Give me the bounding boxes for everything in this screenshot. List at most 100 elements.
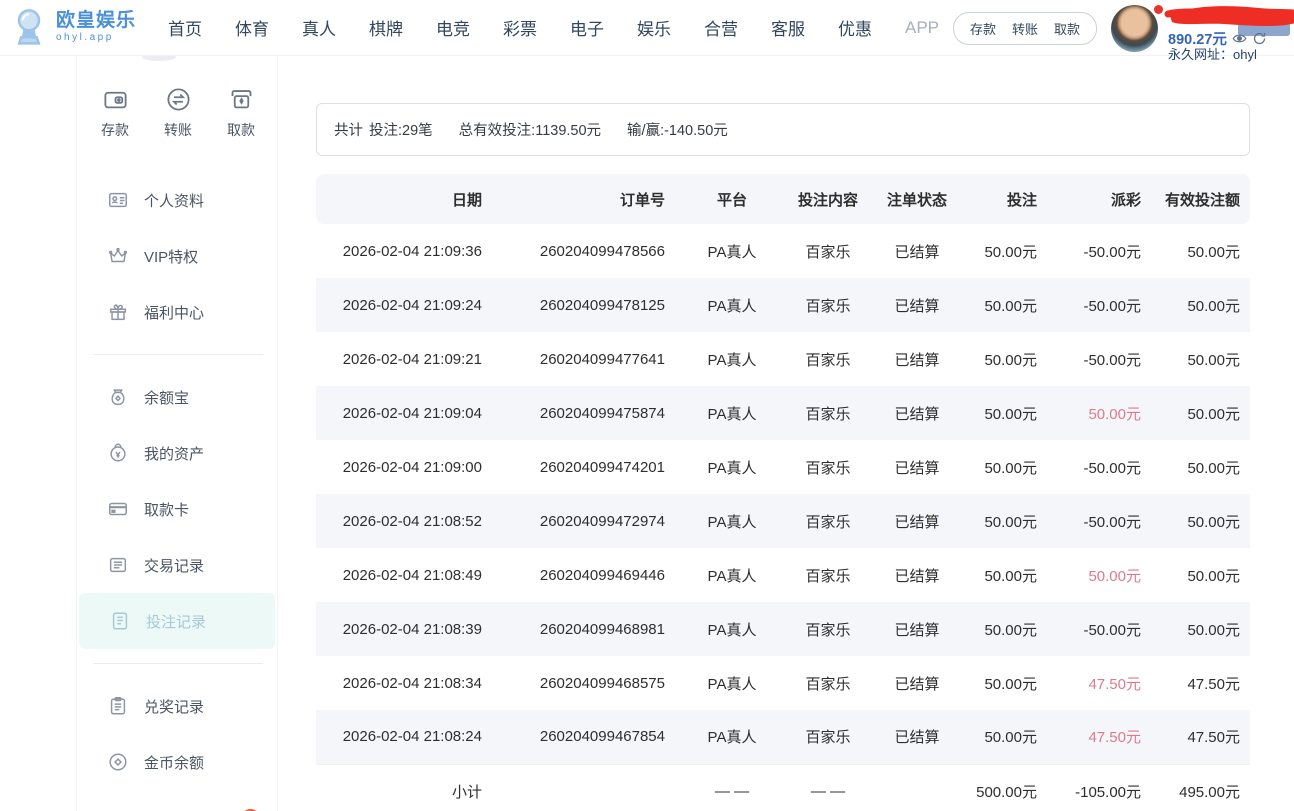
cell-valid-amount: 50.00元 xyxy=(1156,278,1250,332)
cell-platform: PA真人 xyxy=(680,494,784,548)
cell-bet-content: 百家乐 xyxy=(784,224,872,278)
user-avatar[interactable] xyxy=(1111,5,1158,52)
cell-bet-amount: 50.00元 xyxy=(962,332,1052,386)
deposit-wallet-icon xyxy=(102,86,129,113)
table-row: 2026-02-04 21:09:24 260204099478125 PA真人… xyxy=(316,278,1250,332)
sidebar-deposit-button[interactable]: 存款 xyxy=(101,86,129,140)
sidebar-item-transactions[interactable]: 交易记录 xyxy=(77,537,277,593)
purse-assets-icon xyxy=(107,442,129,464)
sidebar-quick-actions: 存款 转账 取款 xyxy=(77,86,277,146)
sidebar-divider xyxy=(93,354,263,355)
cell-order-id: 260204099478125 xyxy=(482,278,680,332)
brand-name: 欧皇娱乐 xyxy=(56,11,136,31)
cell-status: 已结算 xyxy=(872,548,962,602)
table-row: 2026-02-04 21:08:34 260204099468575 PA真人… xyxy=(316,656,1250,710)
table-row: 2026-02-04 21:08:52 260204099472974 PA真人… xyxy=(316,494,1250,548)
cell-bet-amount: 50.00元 xyxy=(962,548,1052,602)
subtotal-payout: -105.00元 xyxy=(1052,764,1156,811)
cell-platform: PA真人 xyxy=(680,278,784,332)
cell-date: 2026-02-04 21:09:00 xyxy=(316,440,482,494)
cell-bet-amount: 50.00元 xyxy=(962,656,1052,710)
sidebar-transfer-button[interactable]: 转账 xyxy=(164,86,192,140)
cell-platform: PA真人 xyxy=(680,656,784,710)
transaction-list-icon xyxy=(107,554,129,576)
nav-item-service[interactable]: 客服 xyxy=(771,15,805,40)
sidebar-withdraw-button[interactable]: 取款 xyxy=(227,86,255,140)
brand-logo[interactable]: 欧皇娱乐 ohyl.app xyxy=(0,8,160,48)
sidebar-item-coin-balance[interactable]: 金币余额 xyxy=(77,734,277,790)
top-header: 欧皇娱乐 ohyl.app 首页 体育 真人 棋牌 电竞 彩票 电子 娱乐 合营… xyxy=(0,0,1294,56)
trophy-icon xyxy=(10,8,48,48)
nav-item-lottery[interactable]: 彩票 xyxy=(503,15,537,40)
sidebar-item-label: 兑奖记录 xyxy=(144,696,204,717)
cell-date: 2026-02-04 21:09:04 xyxy=(316,386,482,440)
cell-bet-amount: 50.00元 xyxy=(962,278,1052,332)
clipboard-icon xyxy=(107,695,129,717)
cell-date: 2026-02-04 21:09:24 xyxy=(316,278,482,332)
cell-date: 2026-02-04 21:08:34 xyxy=(316,656,482,710)
cell-bet-amount: 50.00元 xyxy=(962,710,1052,764)
nav-item-esports[interactable]: 电竞 xyxy=(436,15,470,40)
sidebar-item-assets[interactable]: 我的资产 xyxy=(77,425,277,481)
cell-status: 已结算 xyxy=(872,440,962,494)
sidebar-item-bet-records[interactable]: 投注记录 xyxy=(79,593,275,649)
notification-dot xyxy=(1154,5,1163,14)
sidebar-item-message-center[interactable]: 消息中心 3 xyxy=(77,790,277,811)
summary-total-bets: 投注:29笔 xyxy=(369,119,433,140)
table-row: 2026-02-04 21:08:39 260204099468981 PA真人… xyxy=(316,602,1250,656)
brand-domain: ohyl.app xyxy=(56,33,136,44)
nav-item-app[interactable]: APP xyxy=(905,18,939,38)
cell-order-id: 260204099468981 xyxy=(482,602,680,656)
cell-payout: 50.00元 xyxy=(1052,386,1156,440)
cell-bet-content: 百家乐 xyxy=(784,656,872,710)
cell-date: 2026-02-04 21:09:21 xyxy=(316,332,482,386)
cell-platform: PA真人 xyxy=(680,386,784,440)
cell-order-id: 260204099475874 xyxy=(482,386,680,440)
nav-item-promo[interactable]: 优惠 xyxy=(838,15,872,40)
sidebar-item-yuebao[interactable]: 余额宝 xyxy=(77,369,277,425)
cell-valid-amount: 47.50元 xyxy=(1156,656,1250,710)
cell-order-id: 260204099478566 xyxy=(482,224,680,278)
nav-item-entertainment[interactable]: 娱乐 xyxy=(637,15,671,40)
cell-payout: -50.00元 xyxy=(1052,332,1156,386)
cell-valid-amount: 50.00元 xyxy=(1156,386,1250,440)
table-header-row: 日期 订单号 平台 投注内容 注单状态 投注 派彩 有效投注额 xyxy=(316,174,1250,224)
cell-date: 2026-02-04 21:08:24 xyxy=(316,710,482,764)
table-row: 2026-02-04 21:09:04 260204099475874 PA真人… xyxy=(316,386,1250,440)
sidebar-item-profile[interactable]: 个人资料 xyxy=(77,172,277,228)
nav-item-live[interactable]: 真人 xyxy=(302,15,336,40)
subtotal-content: — — xyxy=(784,764,872,811)
cell-order-id: 260204099472974 xyxy=(482,494,680,548)
cell-payout: 47.50元 xyxy=(1052,710,1156,764)
cell-bet-content: 百家乐 xyxy=(784,494,872,548)
table-row: 2026-02-04 21:08:49 260204099469446 PA真人… xyxy=(316,548,1250,602)
cell-platform: PA真人 xyxy=(680,332,784,386)
withdraw-button[interactable]: 取款 xyxy=(1054,19,1080,38)
cell-bet-content: 百家乐 xyxy=(784,278,872,332)
cell-payout: -50.00元 xyxy=(1052,602,1156,656)
cell-status: 已结算 xyxy=(872,710,962,764)
nav-item-chess[interactable]: 棋牌 xyxy=(369,15,403,40)
cell-order-id: 260204099477641 xyxy=(482,332,680,386)
coin-icon xyxy=(107,751,129,773)
cell-bet-amount: 50.00元 xyxy=(962,602,1052,656)
cell-date: 2026-02-04 21:08:52 xyxy=(316,494,482,548)
nav-item-sports[interactable]: 体育 xyxy=(235,15,269,40)
deposit-button[interactable]: 存款 xyxy=(970,19,996,38)
summary-valid-bets: 总有效投注:1139.50元 xyxy=(459,119,601,140)
quick-action-label: 存款 xyxy=(101,120,129,140)
nav-item-partner[interactable]: 合营 xyxy=(704,15,738,40)
crown-icon xyxy=(107,245,129,267)
sidebar-item-welfare[interactable]: 福利中心 xyxy=(77,284,277,340)
sidebar-item-vip[interactable]: VIP特权 xyxy=(77,228,277,284)
cell-payout: 47.50元 xyxy=(1052,656,1156,710)
sidebar-divider xyxy=(93,663,263,664)
permanent-url: 永久网址：ohyl xyxy=(1168,44,1257,63)
sidebar-item-redeem-records[interactable]: 兑奖记录 xyxy=(77,678,277,734)
sidebar-item-withdraw-card[interactable]: 取款卡 xyxy=(77,481,277,537)
cell-payout: -50.00元 xyxy=(1052,278,1156,332)
nav-item-home[interactable]: 首页 xyxy=(168,15,202,40)
header-platform: 平台 xyxy=(680,174,784,224)
nav-item-slots[interactable]: 电子 xyxy=(570,15,604,40)
transfer-button[interactable]: 转账 xyxy=(1012,19,1038,38)
